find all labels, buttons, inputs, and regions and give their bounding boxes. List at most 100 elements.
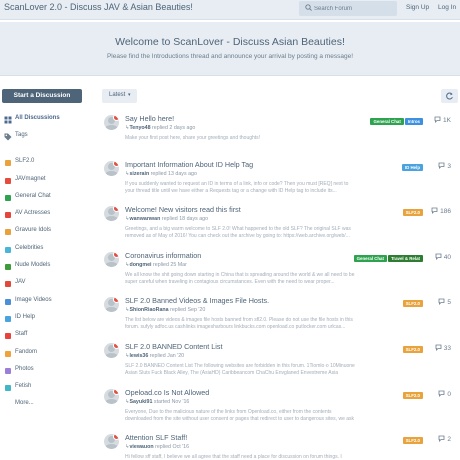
unread-dot-icon (113, 434, 119, 441)
sidebar-item-slf2-0[interactable]: SLF2.0 (2, 157, 92, 171)
sidebar-item-label: Image Videos (15, 296, 52, 303)
search-input[interactable] (314, 2, 394, 15)
reply-count: 5 (438, 298, 451, 306)
sidebar-item-fandom[interactable]: Fandom (2, 348, 92, 362)
avatar[interactable] (104, 251, 119, 267)
tag-badge[interactable]: General Chat (353, 254, 387, 262)
comment-icon (438, 162, 445, 169)
discussion-title[interactable]: Coronavirus information (125, 251, 201, 260)
sort-dropdown[interactable]: Latest ▾ (102, 89, 137, 103)
discussion-user[interactable]: sizerain (129, 171, 149, 177)
avatar[interactable] (104, 388, 119, 404)
reply-count-value: 186 (440, 208, 451, 216)
tag-color-icon (5, 229, 11, 236)
avatar-body (105, 398, 118, 404)
sidebar-item-more[interactable]: More... (2, 399, 92, 413)
discussion-title[interactable]: Say Hello here! (125, 114, 174, 123)
tag-badge[interactable]: General Chat (370, 118, 404, 125)
tag-color-icon (5, 264, 11, 271)
tag-color-icon (5, 333, 11, 340)
discussion-user[interactable]: wanwanwan (129, 216, 160, 222)
unread-dot-icon (113, 115, 119, 121)
comment-icon (435, 344, 442, 351)
sidebar-item-id-help[interactable]: ID Help (2, 313, 92, 327)
avatar[interactable] (104, 115, 119, 130)
sidebar-item-gravure-idols[interactable]: Gravure Idols (2, 226, 92, 240)
sidebar-item-photos[interactable]: Photos (2, 365, 92, 379)
tag-badge[interactable]: SLF2.0 (402, 437, 423, 445)
tag-badge[interactable]: Travel & Relat (387, 254, 423, 262)
log-in-link[interactable]: Log In (438, 4, 456, 11)
discussion-user[interactable]: Sayuki91 (129, 399, 152, 405)
site-title[interactable]: ScanLover 2.0 - Discuss JAV & Asian Beau… (4, 2, 193, 12)
sidebar-item-label: Fetish (15, 383, 32, 390)
sidebar-item-label: AV Actresses (15, 210, 51, 217)
sidebar-item-general-chat[interactable]: General Chat (2, 192, 92, 206)
avatar-body (105, 444, 118, 450)
search-box[interactable] (299, 1, 397, 16)
reply-count: 186 (431, 207, 451, 215)
discussion-tags: SLF2.0 (402, 391, 423, 399)
discussion-title[interactable]: Important Information About ID Help Tag (125, 160, 253, 169)
discussion-time: replied 13 days ago (150, 170, 197, 177)
sidebar-item-label: All Discussions (15, 115, 60, 121)
discussion-row[interactable]: Attention SLF Staff! ↳viewauon replied Oc… (100, 429, 460, 460)
sidebar-item-all-discussions[interactable]: All Discussions (2, 114, 92, 128)
sign-up-link[interactable]: Sign Up (406, 4, 429, 11)
tag-badge[interactable]: SLF2.0 (402, 345, 423, 353)
discussion-title[interactable]: Attention SLF Staff! (125, 433, 187, 442)
avatar[interactable] (104, 297, 119, 313)
discussion-user[interactable]: ShionRiaoRana (129, 307, 168, 313)
tag-color-icon (5, 194, 11, 201)
tag-color-icon (5, 367, 11, 374)
discussion-tags: SLF2.0 (402, 345, 423, 353)
discussion-user[interactable]: viewauon (129, 444, 153, 450)
avatar[interactable] (104, 160, 119, 176)
avatar[interactable] (104, 206, 119, 222)
sidebar-item-jav[interactable]: JAV (2, 278, 92, 292)
sidebar-item-label: Fandom (15, 348, 38, 355)
avatar[interactable] (104, 342, 119, 358)
refresh-button[interactable] (441, 89, 458, 103)
sidebar-item-nude-models[interactable]: Nude Models (2, 261, 92, 275)
discussion-user[interactable]: dongmei (129, 262, 151, 268)
discussion-tags: General Chat Intros (370, 118, 423, 125)
tag-badge[interactable]: SLF2.0 (402, 300, 423, 308)
sidebar-item-label: JAV (15, 279, 26, 286)
avatar-body (105, 216, 118, 222)
discussion-user[interactable]: lewis36 (129, 353, 148, 359)
discussion-title[interactable]: Opeload.co Is Not Allowed (125, 388, 209, 397)
tag-badge[interactable]: ID Help (401, 163, 423, 171)
sidebar-item-image-videos[interactable]: Image Videos (2, 296, 92, 310)
sidebar-item-celebrities[interactable]: Celebrities (2, 244, 92, 258)
discussion-row[interactable]: Say Hello here! ↳Tenyo48 replied 2 days a… (100, 110, 460, 156)
discussion-row[interactable]: Welcome! New visitors read this first ↳wa… (100, 201, 460, 247)
sidebar-item-label: ID Help (15, 313, 36, 320)
discussion-title[interactable]: SLF 2.0 Banned Videos & Images File Host… (125, 296, 269, 305)
discussion-row[interactable]: SLF 2.0 BANNED Content List ↳lewis36 repl… (100, 338, 460, 384)
discussion-row[interactable]: Important Information About ID Help Tag ↳… (100, 156, 460, 202)
sidebar-item-fetish[interactable]: Fetish (2, 382, 92, 396)
sidebar-item-av-actresses[interactable]: AV Actresses (2, 209, 92, 223)
sidebar-item-staff[interactable]: Staff (2, 330, 92, 344)
tag-badge[interactable]: SLF2.0 (402, 209, 423, 217)
start-discussion-button[interactable]: Start a Discussion (2, 89, 82, 103)
discussion-row[interactable]: Coronavirus information ↳dongmei replied … (100, 247, 460, 293)
discussion-title[interactable]: Welcome! New visitors read this first (125, 205, 241, 214)
tag-badge[interactable]: Intros (404, 118, 423, 125)
sidebar-item-label: Photos (15, 365, 34, 372)
discussion-row[interactable]: SLF 2.0 Banned Videos & Images File Host… (100, 292, 460, 338)
sidebar-item-label: Tags (15, 132, 28, 139)
discussion-tags: SLF2.0 (402, 209, 423, 217)
discussion-row[interactable]: Opeload.co Is Not Allowed ↳Sayuki91 start… (100, 384, 460, 430)
avatar[interactable] (104, 434, 119, 450)
tag-badge[interactable]: SLF2.0 (402, 391, 423, 399)
discussion-title[interactable]: SLF 2.0 BANNED Content List (125, 342, 222, 351)
sidebar-item-javmagnet[interactable]: JAVmagnet (2, 175, 92, 189)
discussion-user[interactable]: Tenyo48 (129, 125, 150, 131)
discussion-time: replied 2 days ago (152, 125, 196, 131)
sidebar-item-label: General Chat (15, 192, 51, 199)
sidebar-item-tags[interactable]: Tags (2, 131, 92, 145)
tag-color-icon (5, 298, 11, 305)
reply-count: 40 (435, 253, 451, 261)
